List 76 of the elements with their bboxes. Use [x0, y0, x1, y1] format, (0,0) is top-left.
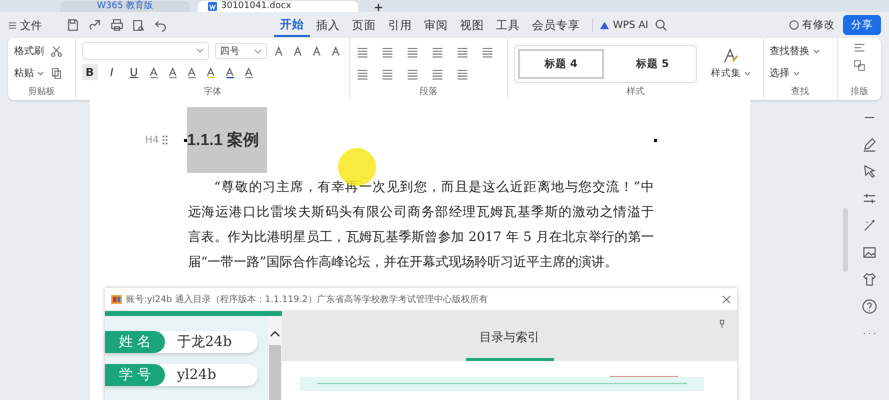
- field-value: yl24b: [177, 367, 216, 383]
- pin-icon[interactable]: [719, 319, 725, 329]
- group-label: 字体: [202, 86, 222, 98]
- caret-icon: [744, 71, 752, 76]
- font-color-icon[interactable]: [224, 66, 237, 78]
- style-set-icon: [722, 47, 740, 65]
- group-label: 样式: [625, 86, 646, 98]
- ribbon-tab[interactable]: 引用: [382, 14, 418, 36]
- document-tab[interactable]: W365 教育版: [60, 1, 190, 12]
- corner-mark: [654, 139, 657, 142]
- field-label: 姓 名: [105, 331, 165, 353]
- export-icon[interactable]: [88, 18, 102, 32]
- field-value: 于龙24b: [177, 333, 232, 351]
- drag-handle-icon[interactable]: [162, 135, 168, 145]
- style-option[interactable]: 标题 5: [612, 48, 694, 78]
- add-tab-icon[interactable]: [374, 3, 383, 12]
- share-button[interactable]: 分享: [843, 15, 881, 35]
- caret-icon: [812, 48, 820, 54]
- group-label: 剪贴板: [26, 86, 56, 98]
- revisions-button[interactable]: 有修改: [789, 18, 835, 32]
- group-label: 查找: [790, 86, 810, 98]
- help-icon[interactable]: [862, 299, 877, 314]
- style-option[interactable]: 标题 4: [518, 48, 604, 78]
- shirt-icon[interactable]: [862, 272, 877, 287]
- caret-icon: [792, 70, 800, 76]
- ribbon-tab[interactable]: 工具: [490, 14, 526, 36]
- menu-icon: [8, 20, 17, 30]
- ribbon-tab[interactable]: 插入: [310, 14, 346, 36]
- heading-level-marker: H4: [145, 134, 159, 146]
- corner-mark: [184, 138, 187, 142]
- chevron-icon: [254, 49, 262, 54]
- format-painter-button[interactable]: 格式刷: [14, 42, 44, 60]
- chevron-icon: [196, 48, 204, 53]
- save-icon[interactable]: [66, 18, 80, 32]
- arrange-icon[interactable]: [852, 59, 866, 72]
- magic-wand-icon[interactable]: [862, 218, 877, 233]
- find-replace-button[interactable]: 查找替换: [770, 42, 831, 60]
- ribbon-tab[interactable]: 审阅: [418, 14, 454, 36]
- print-icon[interactable]: [110, 18, 124, 32]
- image-icon[interactable]: [862, 245, 877, 260]
- close-icon[interactable]: [722, 294, 731, 304]
- copy-icon[interactable]: [50, 66, 63, 80]
- body-paragraph: “尊敬的习主席，有幸再一次见到您，而且是这么近距离地与您交流！”中 远海运港口比雷埃夫斯码头有限公司商务部经理瓦姆瓦基季斯的激动之情溢于 言表。作为比港明星员工，瓦姆瓦基季斯曾参加 2017 年 5 月在北京举行的第一 届“一带一路”国际合作高峰论坛，并在开幕式现场聆听习近平主席的演讲。: [188, 179, 654, 272]
- underline-button[interactable]: U: [126, 64, 142, 80]
- group-label: 段落: [418, 86, 438, 98]
- dialog-title: 账号:yl24b 通入目录（程序版本：1.1.119.2）广东省高等学校教学考试管理中心版权所有: [126, 294, 488, 306]
- italic-button[interactable]: I: [104, 64, 120, 80]
- ribbon-tab[interactable]: 会员专享: [526, 14, 586, 36]
- search-icon[interactable]: [654, 18, 668, 32]
- scrollbar-thumb[interactable]: [843, 208, 848, 272]
- wps-ai-button[interactable]: WPS AI: [599, 20, 648, 30]
- highlight-icon[interactable]: [204, 66, 218, 78]
- app-icon: [111, 294, 122, 304]
- group-label: 排版: [850, 86, 868, 98]
- section-heading: 1.1.1 案例: [187, 107, 267, 173]
- document-tab[interactable]: 30101041.docx: [198, 1, 358, 12]
- font-size-dropdown[interactable]: 四号: [214, 43, 267, 59]
- revision-icon: [789, 20, 799, 30]
- select-button[interactable]: 选择: [770, 64, 831, 82]
- file-menu[interactable]: 文件: [8, 18, 42, 32]
- print-preview-icon[interactable]: [132, 18, 146, 32]
- ribbon-tab[interactable]: 视图: [454, 14, 490, 36]
- cursor-icon[interactable]: [862, 164, 877, 179]
- dialog-tab[interactable]: 目录与索引: [466, 311, 554, 361]
- pen-icon[interactable]: [862, 137, 877, 152]
- scissors-icon[interactable]: [50, 44, 63, 58]
- caret-icon: [37, 70, 44, 76]
- style-set-button[interactable]: 样式集: [711, 47, 752, 80]
- ribbon-tab[interactable]: 页面: [346, 14, 382, 36]
- scroll-up-icon[interactable]: [270, 330, 280, 337]
- paste-button[interactable]: 粘贴: [14, 64, 44, 82]
- sliders-icon[interactable]: [862, 191, 877, 206]
- field-label: 学 号: [105, 364, 165, 386]
- word-document-icon: [208, 2, 217, 11]
- bold-button[interactable]: B: [82, 64, 98, 80]
- ai-logo-icon: [599, 20, 610, 30]
